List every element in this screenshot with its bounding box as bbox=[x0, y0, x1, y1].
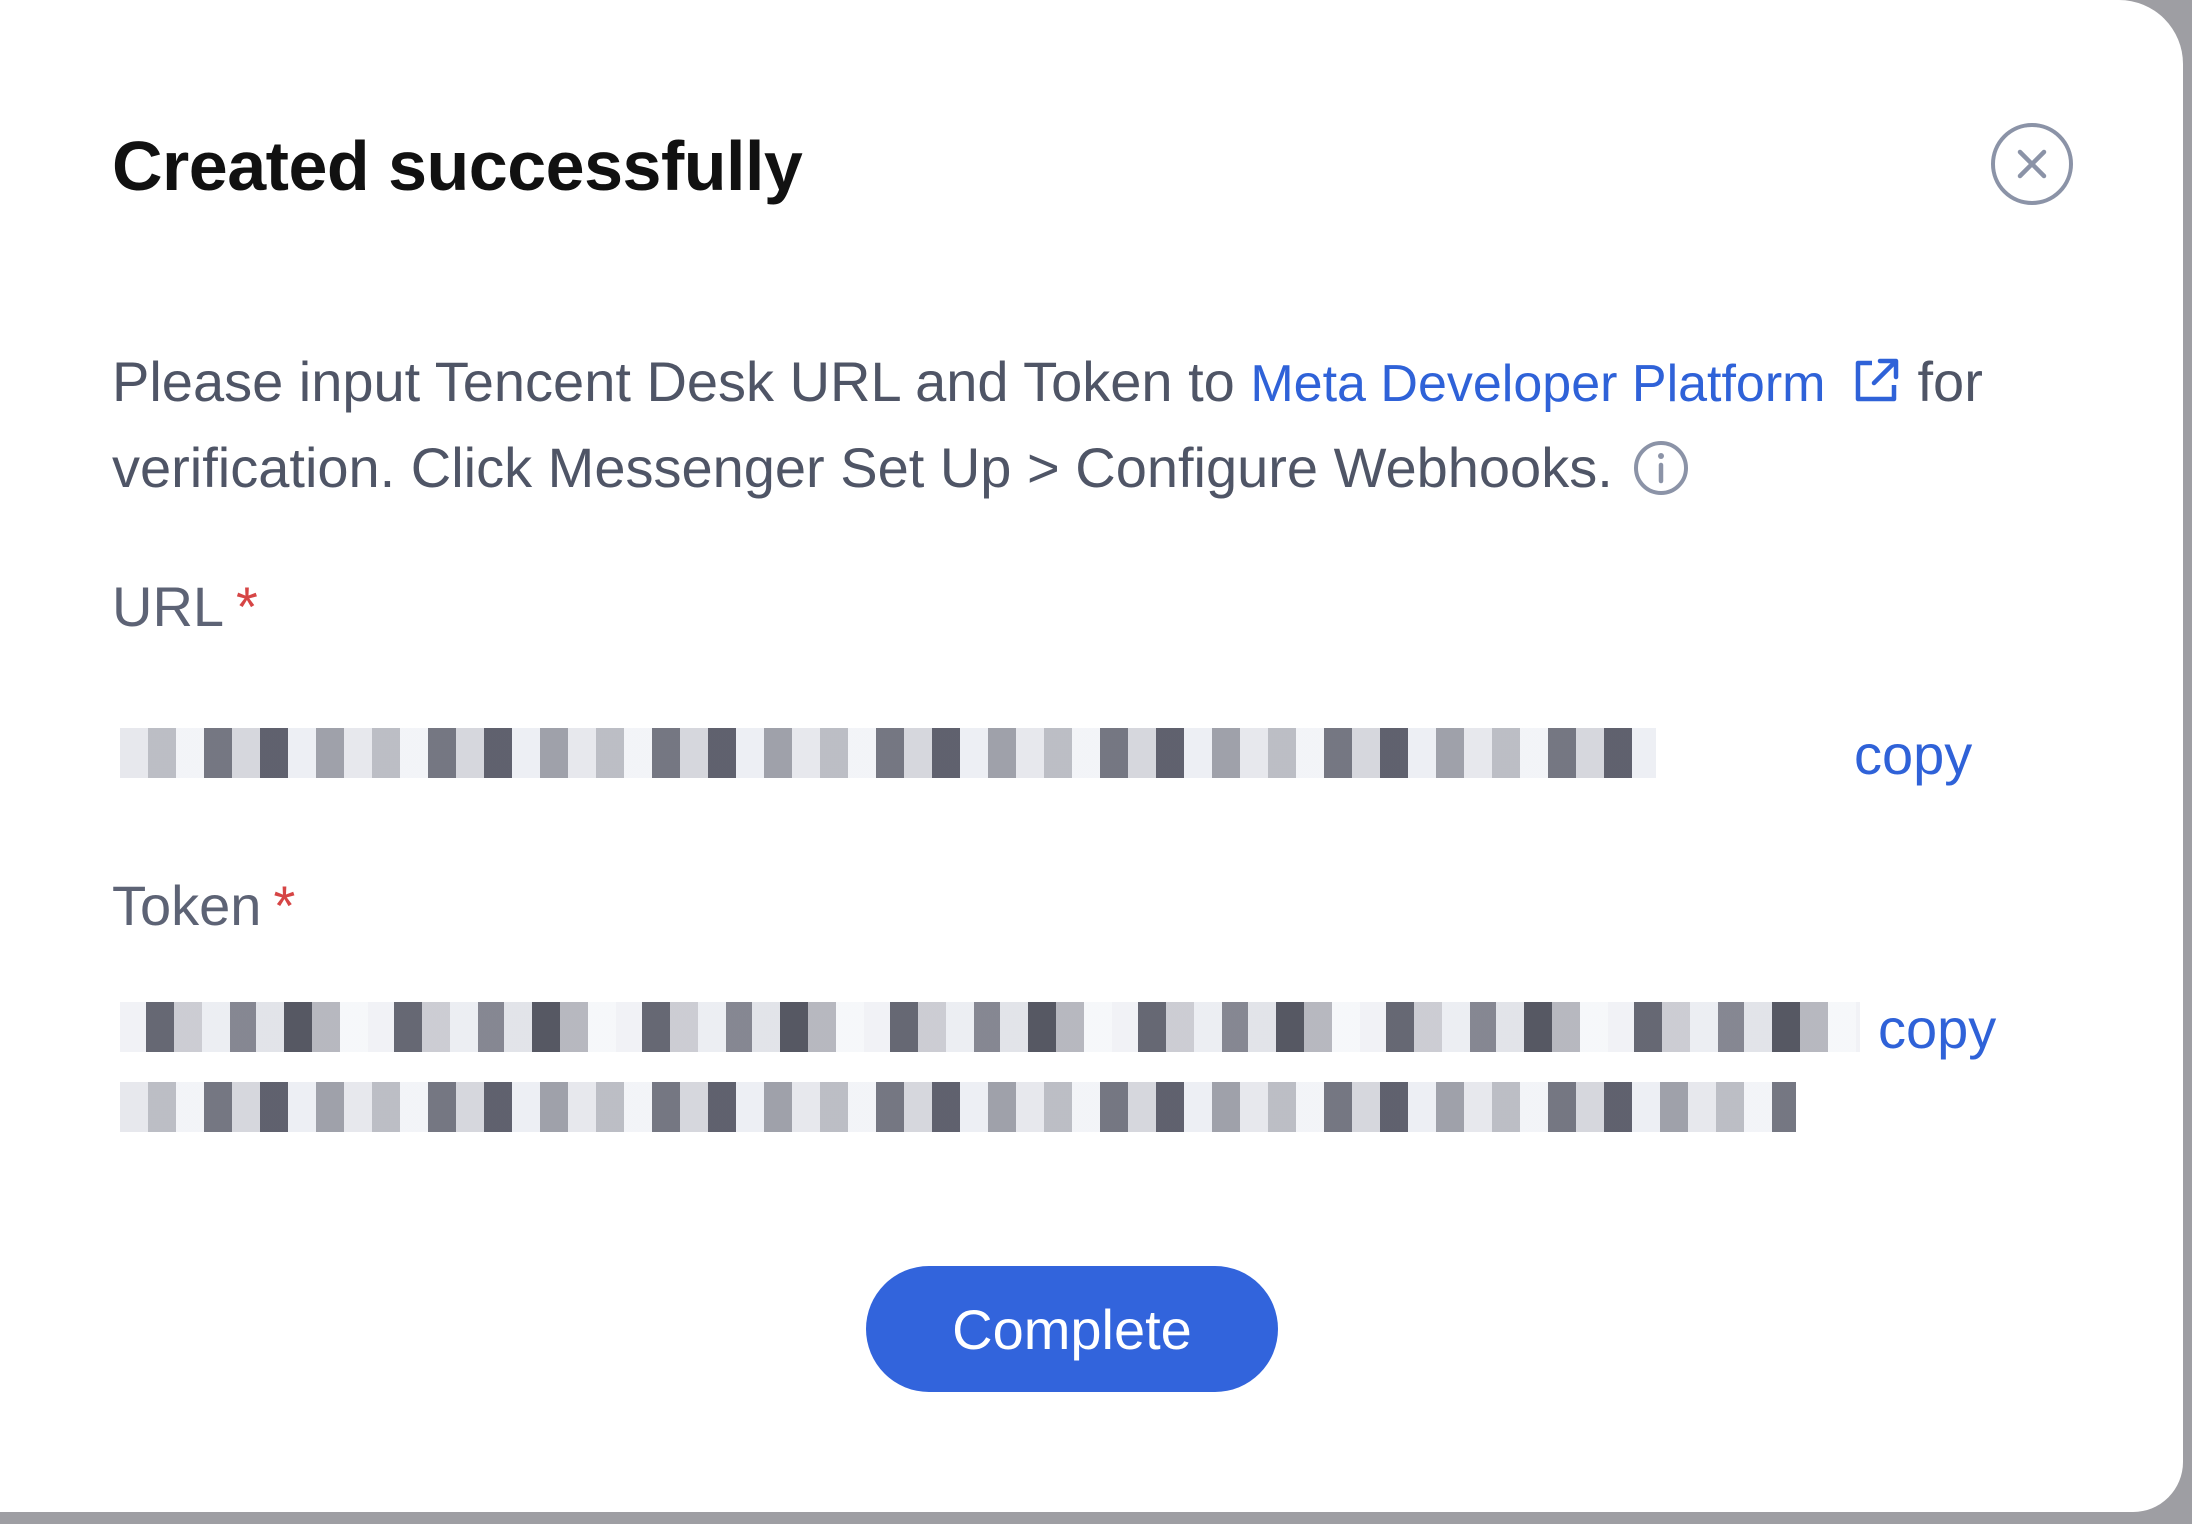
url-required-mark: * bbox=[236, 575, 258, 638]
close-icon bbox=[2017, 149, 2047, 179]
created-dialog: Created successfully Please input Tencen… bbox=[0, 0, 2183, 1512]
external-link-icon bbox=[1855, 359, 1899, 402]
instructions-lead: Please input Tencent Desk URL and Token … bbox=[112, 350, 1251, 413]
instructions-text: Please input Tencent Desk URL and Token … bbox=[112, 340, 2032, 510]
copy-token-button[interactable]: copy bbox=[1878, 996, 1996, 1061]
url-value-redacted bbox=[120, 728, 1656, 778]
close-button[interactable] bbox=[1991, 123, 2073, 205]
token-label-text: Token bbox=[112, 874, 262, 937]
copy-url-button[interactable]: copy bbox=[1854, 722, 1972, 787]
token-required-mark: * bbox=[273, 874, 296, 937]
token-value-redacted-line-2 bbox=[120, 1082, 1796, 1132]
token-label: Token * bbox=[112, 873, 295, 938]
url-label: URL * bbox=[112, 574, 258, 639]
meta-developer-platform-link-label: Meta Developer Platform bbox=[1250, 355, 1826, 413]
complete-button[interactable]: Complete bbox=[866, 1266, 1278, 1392]
meta-developer-platform-link[interactable]: Meta Developer Platform bbox=[1250, 355, 1902, 413]
url-label-text: URL bbox=[112, 575, 225, 638]
dialog-title: Created successfully bbox=[112, 127, 803, 205]
token-value-redacted-line-1 bbox=[120, 1002, 1860, 1052]
info-icon[interactable] bbox=[1632, 439, 1690, 497]
